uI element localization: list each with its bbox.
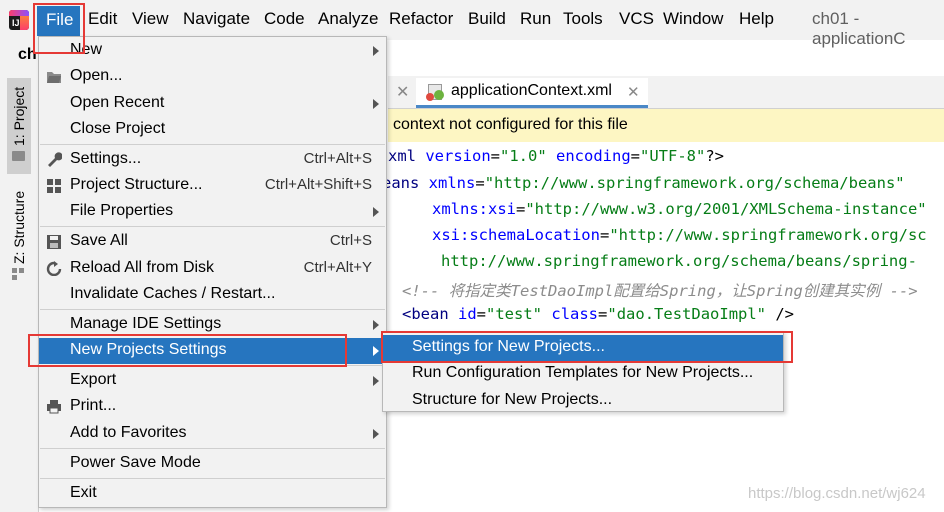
menu-item-exit[interactable]: Exit — [39, 481, 386, 507]
highlight-settings-for-new-projects — [381, 331, 793, 363]
structure-tab-label: Z: Structure — [11, 190, 27, 264]
menu-build[interactable]: Build — [468, 9, 506, 29]
menu-item-label: Add to Favorites — [70, 424, 187, 441]
window-title: ch01 - applicationC — [812, 9, 906, 48]
chevron-right-icon — [373, 346, 379, 356]
menu-item-settings[interactable]: Settings... Ctrl+Alt+S — [39, 147, 386, 173]
chevron-right-icon — [373, 46, 379, 56]
menu-separator — [40, 144, 385, 145]
menu-view[interactable]: View — [132, 9, 169, 29]
logo-text: IJ — [12, 18, 20, 28]
menu-item-invalidate-caches[interactable]: Invalidate Caches / Restart... — [39, 282, 386, 308]
menu-item-project-structure[interactable]: Project Structure... Ctrl+Alt+Shift+S — [39, 173, 386, 199]
structure-tool-tab[interactable]: Z: Structure — [0, 180, 38, 264]
reload-icon — [46, 261, 62, 277]
menu-separator — [40, 226, 385, 227]
menu-separator — [40, 478, 385, 479]
menu-item-label: Invalidate Caches / Restart... — [70, 285, 276, 302]
code-line-3: xmlns:xsi="http://www.w3.org/2001/XMLSch… — [432, 200, 927, 218]
code-line-7: <bean id="test" class="dao.TestDaoImpl" … — [402, 305, 795, 323]
menu-item-label: Manage IDE Settings — [70, 315, 222, 332]
code-line-5: http://www.springframework.org/schema/be… — [441, 252, 917, 270]
submenu-item-structure-for-new-projects[interactable]: Structure for New Projects... — [383, 388, 783, 414]
menu-navigate[interactable]: Navigate — [183, 9, 250, 29]
menu-tools[interactable]: Tools — [563, 9, 603, 29]
menu-run[interactable]: Run — [520, 9, 551, 29]
menu-item-label: Open... — [70, 67, 123, 84]
highlight-new-projects-settings — [28, 334, 347, 367]
project-structure-icon — [46, 178, 62, 193]
code-line-2: eans xmlns="http://www.springframework.o… — [382, 174, 905, 192]
submenu-item-label: Structure for New Projects... — [412, 391, 613, 408]
menu-item-power-save-mode[interactable]: Power Save Mode — [39, 451, 386, 477]
menu-item-shortcut: Ctrl+Alt+S — [303, 150, 372, 167]
menu-edit[interactable]: Edit — [88, 9, 117, 29]
menu-item-close-project[interactable]: Close Project — [39, 117, 386, 143]
menu-item-label: Exit — [70, 484, 97, 501]
menu-item-label: Project Structure... — [70, 176, 203, 193]
menu-item-reload-all[interactable]: Reload All from Disk Ctrl+Alt+Y — [39, 256, 386, 282]
menu-item-shortcut: Ctrl+Alt+Shift+S — [264, 176, 372, 193]
structure-icon — [12, 268, 25, 281]
save-icon — [46, 234, 62, 249]
highlight-file-menu — [33, 3, 85, 54]
chevron-right-icon — [373, 207, 379, 217]
menu-item-open-recent[interactable]: Open Recent — [39, 91, 386, 117]
menu-item-label: Save All — [70, 232, 128, 249]
code-editor[interactable] — [388, 142, 944, 512]
folder-icon — [12, 151, 25, 161]
code-comment: <!-- 将指定类TestDaoImpl配置给Spring，让Spring创建其… — [402, 282, 918, 300]
menu-code[interactable]: Code — [264, 9, 305, 29]
menu-help[interactable]: Help — [739, 9, 774, 29]
menu-item-label: Open Recent — [70, 94, 165, 111]
notification-text: context not configured for this file — [393, 116, 628, 133]
menu-item-label: File Properties — [70, 202, 174, 219]
menu-item-export[interactable]: Export — [39, 368, 386, 394]
menu-item-save-all[interactable]: Save All Ctrl+S — [39, 229, 386, 255]
chevron-right-icon — [373, 376, 379, 386]
menu-vcs[interactable]: VCS — [619, 9, 654, 29]
menu-item-label: Export — [70, 371, 117, 388]
menu-item-label: Reload All from Disk — [70, 259, 215, 276]
menu-item-label: Settings... — [70, 150, 142, 167]
menu-item-new[interactable]: New — [39, 38, 386, 64]
watermark: https://blog.csdn.net/wj624 — [748, 485, 926, 502]
menu-separator — [40, 309, 385, 310]
menu-item-label: Power Save Mode — [70, 454, 201, 471]
spring-xml-file-icon — [426, 84, 444, 101]
menu-item-file-properties[interactable]: File Properties — [39, 199, 386, 225]
menu-separator — [40, 448, 385, 449]
code-line-4: xsi:schemaLocation="http://www.springfra… — [432, 226, 927, 244]
chevron-right-icon — [373, 320, 379, 330]
menu-item-label: Print... — [70, 397, 117, 414]
code-line-1: xml version="1.0" encoding="UTF-8"?> — [388, 147, 725, 165]
submenu-item-label: Run Configuration Templates for New Proj… — [412, 364, 754, 381]
printer-icon — [46, 399, 62, 414]
wrench-icon — [46, 152, 63, 167]
intellij-logo-icon: IJ — [9, 10, 29, 30]
chevron-right-icon — [373, 429, 379, 439]
submenu-item-run-configuration-templates[interactable]: Run Configuration Templates for New Proj… — [383, 361, 783, 387]
project-tab-label: 1: Project — [11, 86, 27, 146]
menu-item-label: Close Project — [70, 120, 166, 137]
folder-open-icon — [46, 69, 62, 84]
menu-refactor[interactable]: Refactor — [389, 9, 453, 29]
menu-item-print[interactable]: Print... — [39, 394, 386, 420]
menu-item-shortcut: Ctrl+S — [329, 232, 372, 249]
menu-item-add-to-favorites[interactable]: Add to Favorites — [39, 421, 386, 447]
menu-analyze[interactable]: Analyze — [318, 9, 378, 29]
editor-tab-label: applicationContext.xml — [451, 82, 612, 99]
chevron-right-icon — [373, 99, 379, 109]
close-icon[interactable]: ✕ — [396, 82, 409, 102]
menu-window[interactable]: Window — [663, 9, 723, 29]
menu-item-open[interactable]: Open... — [39, 64, 386, 90]
menu-item-shortcut: Ctrl+Alt+Y — [303, 259, 372, 276]
tab-close-icon[interactable]: ✕ — [627, 83, 640, 101]
